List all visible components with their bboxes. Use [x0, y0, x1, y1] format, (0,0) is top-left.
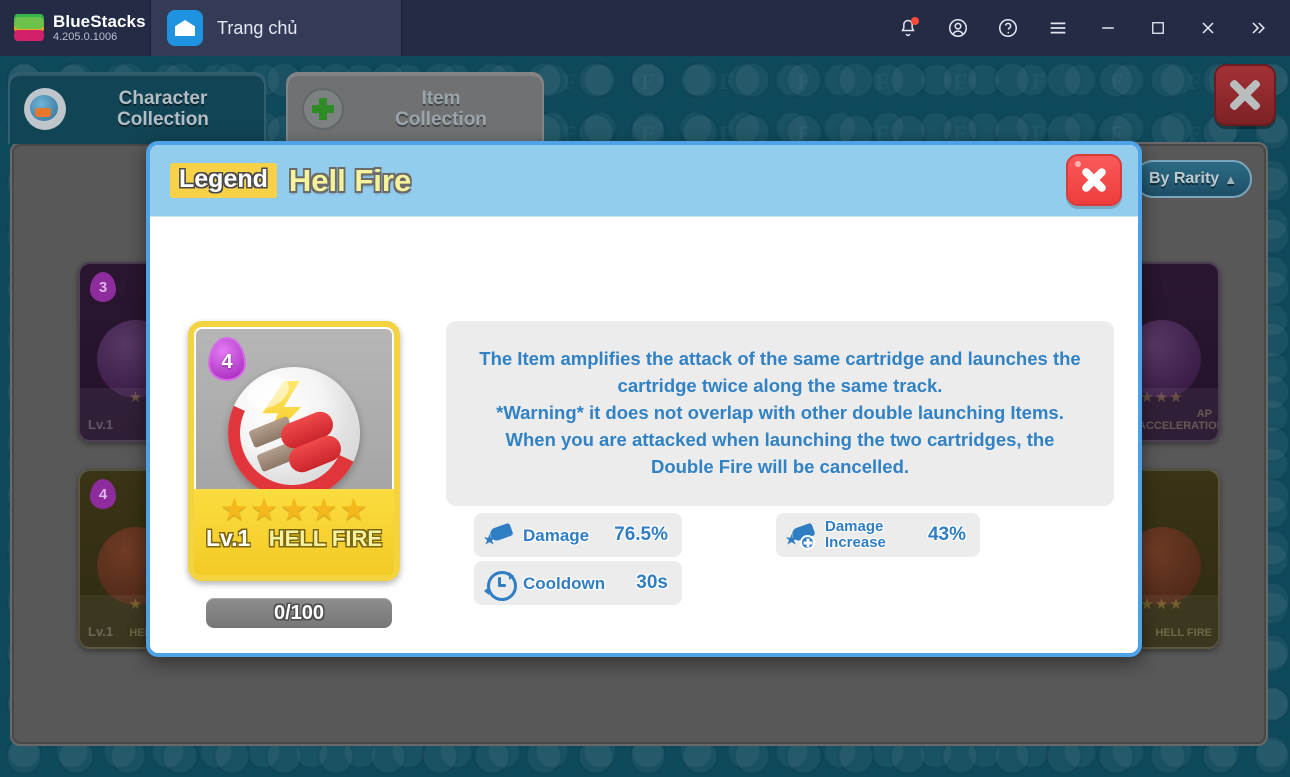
item-artwork-icon	[228, 367, 360, 499]
stat-damage-value: 76.5%	[614, 524, 668, 545]
stat-damage-label: Damage	[523, 525, 590, 545]
collection-tabs: Character Collection Item Collection	[8, 72, 544, 144]
description-line-2: *Warning* it does not overlap with other…	[496, 402, 1064, 477]
close-button-gleam	[1075, 161, 1081, 167]
cooldown-clock-icon	[484, 569, 517, 601]
tab-trang-chu[interactable]: Trang chủ	[150, 0, 402, 56]
item-level: Lv.1	[88, 624, 114, 639]
brand-version: 4.205.0.1006	[53, 30, 118, 43]
item-description: The Item amplifies the attack of the sam…	[446, 321, 1114, 506]
stat-damage-increase-label-2: Increase	[825, 534, 886, 551]
sort-arrow-icon: ▲	[1224, 171, 1238, 187]
tab-character-collection[interactable]: Character Collection	[8, 72, 266, 144]
character-icon	[24, 88, 66, 130]
item-detail-card: 4 ★ ★ ★ ★ ★ Lv.1 HELL FIRE	[188, 321, 400, 581]
minimize-button[interactable]	[1096, 16, 1120, 40]
menu-icon[interactable]	[1046, 16, 1070, 40]
character-collection-label-1: Character	[118, 88, 208, 109]
item-detail-dialog: Legend Hell Fire 4 ★ ★ ★ ★ ★ Lv.1 HELL F…	[146, 141, 1142, 657]
item-name: HELL FIRE	[1155, 627, 1212, 639]
stat-damage-increase-value: 43%	[927, 524, 966, 545]
bluestacks-brand: BlueStacks 4.205.0.1006	[0, 0, 150, 56]
tab-trang-chu-label: Trang chủ	[217, 17, 298, 38]
bullet-icon	[484, 521, 514, 549]
item-level: Lv.1	[88, 417, 114, 432]
bullet-plus-icon	[786, 521, 816, 550]
item-name: AP ACCELERATION	[1138, 408, 1220, 432]
bluestacks-titlebar: BlueStacks 4.205.0.1006 Trang chủ FORTRE…	[0, 0, 1290, 777]
expand-sidebar-icon[interactable]	[1246, 16, 1270, 40]
description-line-1: The Item amplifies the attack of the sam…	[479, 348, 1081, 396]
notification-dot	[911, 17, 919, 25]
character-collection-label-2: Collection	[117, 109, 209, 130]
stat-damage-increase-label-1: Damage	[825, 518, 884, 535]
window-controls	[896, 16, 1290, 40]
rarity-badge: Legend	[170, 163, 277, 198]
sort-by-rarity-button[interactable]: By Rarity ▲	[1134, 160, 1252, 198]
dialog-header: Legend Hell Fire	[150, 145, 1138, 217]
account-icon[interactable]	[946, 16, 970, 40]
stat-damage: Damage 76.5%	[474, 513, 682, 557]
card-stars: ★ ★ ★ ★ ★	[220, 492, 368, 527]
dialog-title: Hell Fire	[288, 162, 412, 198]
item-collection-label-1: Item	[421, 88, 461, 109]
rarity-badge: 4	[90, 479, 116, 509]
screen-root: BlueStacks 4.205.0.1006 Trang chủ FORTRE…	[0, 0, 1290, 777]
item-collection-label-2: Collection	[395, 109, 487, 130]
card-level: Lv.1	[206, 525, 251, 551]
home-icon	[167, 10, 203, 46]
sort-by-rarity-label: By Rarity	[1148, 170, 1220, 187]
notifications-bell-icon[interactable]	[896, 16, 920, 40]
rarity-badge: 3	[90, 272, 116, 302]
item-progress-bar: 0/100	[206, 598, 392, 628]
help-icon[interactable]	[996, 16, 1020, 40]
maximize-button[interactable]	[1146, 16, 1170, 40]
stat-cooldown-label: Cooldown	[523, 573, 606, 593]
plus-icon	[302, 88, 344, 130]
dialog-close-button[interactable]	[1066, 154, 1122, 206]
brand-name: BlueStacks	[53, 11, 146, 31]
close-button[interactable]	[1196, 16, 1220, 40]
card-item-name: HELL FIRE	[268, 525, 382, 551]
stat-cooldown-value: 30s	[636, 572, 668, 593]
stat-damage-increase: Damage Increase 43%	[776, 513, 980, 557]
stat-cooldown: Cooldown 30s	[474, 561, 682, 605]
bluestacks-logo-icon	[14, 14, 44, 42]
window-tabstrip: Trang chủ FORTRESS M	[0, 0, 1290, 777]
tab-item-collection[interactable]: Item Collection	[286, 72, 544, 144]
item-progress-label: 0/100	[273, 601, 325, 624]
game-close-button[interactable]	[1214, 64, 1276, 126]
dialog-body: 4 ★ ★ ★ ★ ★ Lv.1 HELL FIRE 0/100 The Ite…	[150, 217, 1138, 653]
card-star-band: ★ ★ ★ ★ ★ Lv.1 HELL FIRE	[194, 489, 394, 575]
rarity-number-badge: 4	[208, 337, 246, 381]
